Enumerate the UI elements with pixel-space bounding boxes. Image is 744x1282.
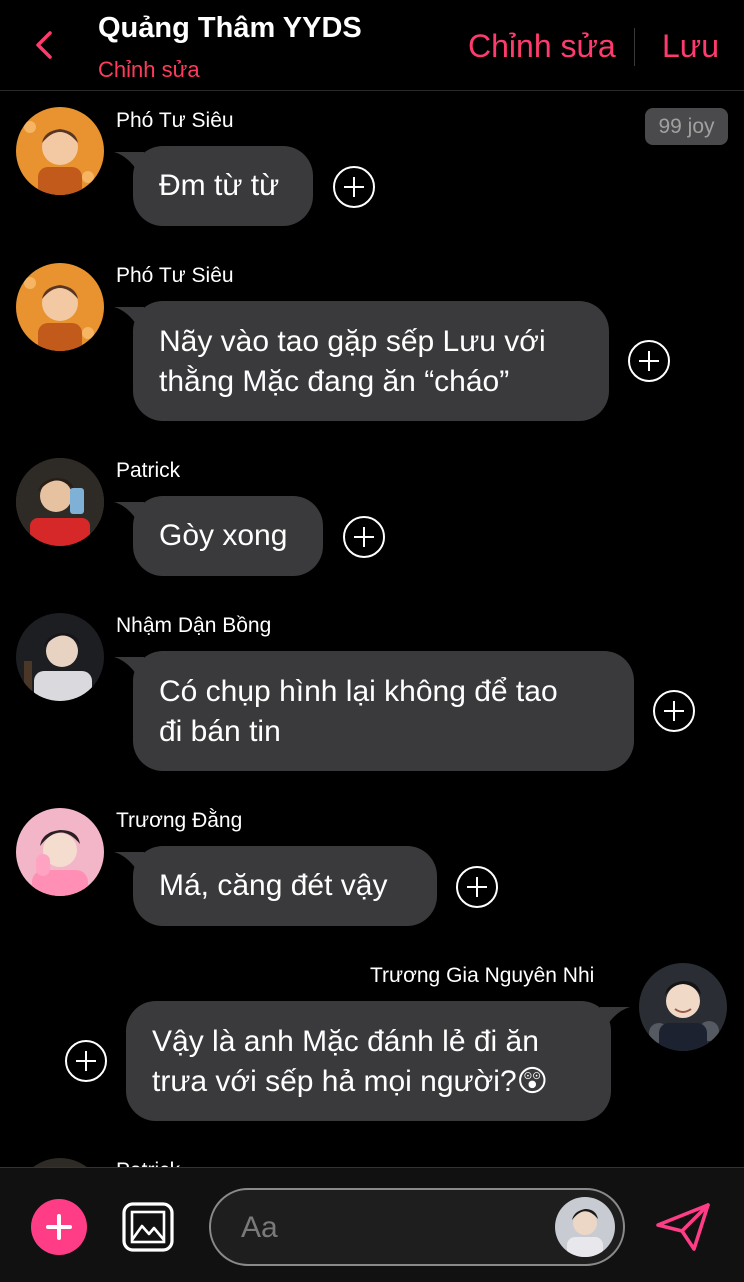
message-input[interactable] [239,1204,543,1252]
add-reaction-button[interactable] [628,340,670,382]
sender-name: Trương Gia Nguyên Nhi [370,964,595,987]
message-text-line: Có chụp hình lại không để tao [159,675,558,708]
add-reaction-button[interactable] [65,1040,107,1082]
header-divider [634,28,635,66]
add-reaction-button[interactable] [343,516,385,558]
message-text-line: Vậy là anh Mặc đánh lẻ đi ăn [152,1025,539,1058]
message-bubble[interactable]: Gòy xong [133,496,323,576]
sender-name: Phó Tư Siêu [116,264,234,287]
sender-name: Trương Đằng [116,809,243,832]
chat-header: Quảng Thâm YYDS Chỉnh sửa Chỉnh sửa Lưu [0,0,744,91]
message-text-line: trưa với sếp hả mọi người?😲 [152,1065,548,1098]
message-bubble[interactable]: Nãy vào tao gặp sếp Lưu với thằng Mặc đa… [133,301,609,421]
message-text: Gòy xong [159,519,288,552]
sender-name: Patrick [116,459,181,482]
persona-avatar[interactable] [555,1197,615,1257]
avatar[interactable] [16,263,104,351]
message-bubble[interactable]: Má, căng đét vậy [133,846,437,926]
sender-name: Nhậm Dận Bồng [116,614,272,637]
message-bubble[interactable]: Vậy là anh Mặc đánh lẻ đi ăn trưa với sế… [126,1001,611,1121]
message-bubble[interactable]: Có chụp hình lại không để tao đi bán tin [133,651,634,771]
add-reaction-button[interactable] [456,866,498,908]
avatar[interactable] [16,613,104,701]
message-text-line: thằng Mặc đang ăn “cháo” [159,365,510,398]
edit-button[interactable]: Chỉnh sửa [468,28,616,65]
chat-subtitle[interactable]: Chỉnh sửa [98,57,200,83]
add-attachment-button[interactable] [31,1199,87,1255]
avatar[interactable] [16,458,104,546]
message-text: Đm từ từ [159,169,280,202]
avatar[interactable] [639,963,727,1051]
avatar[interactable] [16,107,104,195]
back-chevron-icon[interactable] [28,28,62,62]
save-button[interactable]: Lưu [662,28,719,65]
message-text: Má, căng đét vậy [159,869,388,902]
avatar[interactable] [16,808,104,896]
message-text-line: Nãy vào tao gặp sếp Lưu với [159,325,546,358]
image-gallery-icon[interactable] [122,1202,174,1252]
joy-badge: 99 joy [645,108,728,145]
message-text-line: đi bán tin [159,715,281,748]
add-reaction-button[interactable] [333,166,375,208]
send-icon[interactable] [654,1201,712,1253]
add-reaction-button[interactable] [653,690,695,732]
sender-name: Phó Tư Siêu [116,109,234,132]
message-input-container[interactable] [209,1188,625,1266]
message-bubble[interactable]: Đm từ từ [133,146,313,226]
chat-title: Quảng Thâm YYDS [98,12,362,44]
